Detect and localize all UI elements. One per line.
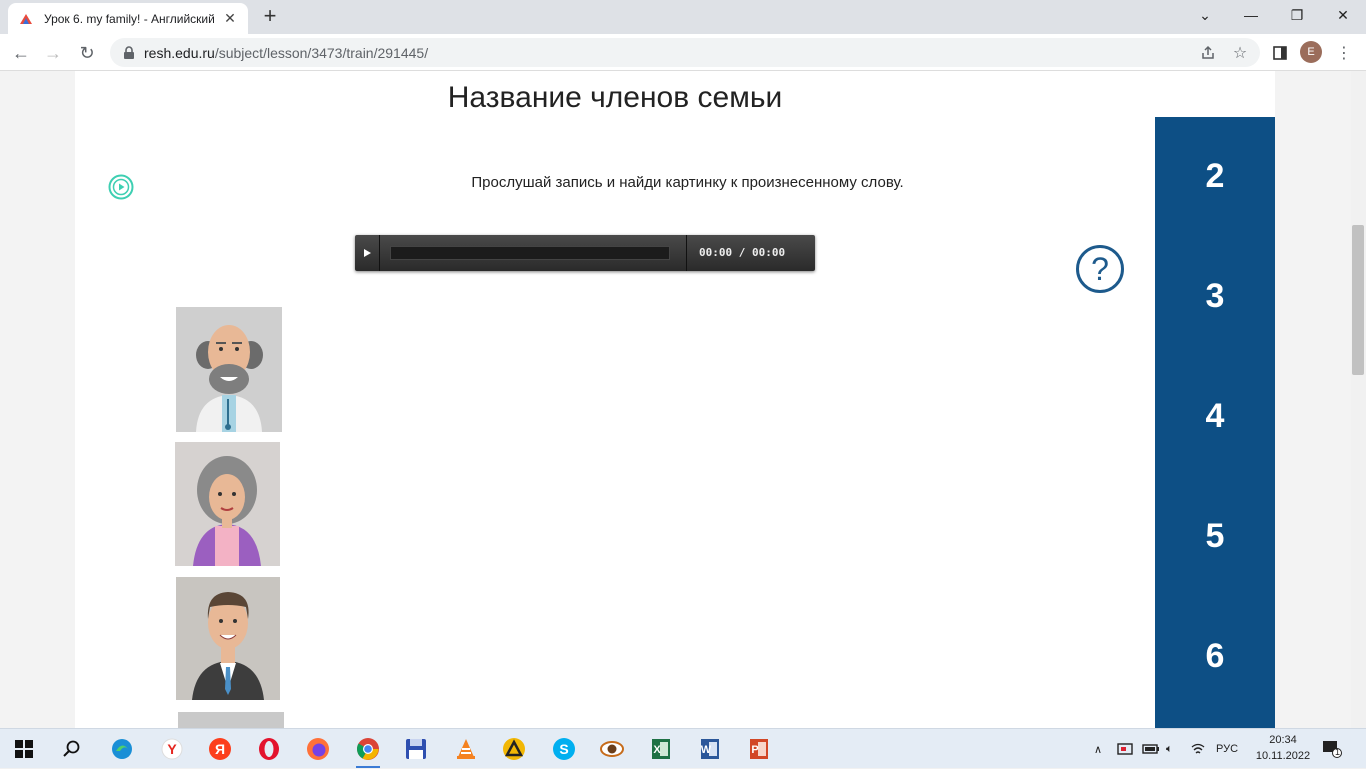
side-panel-icon[interactable] [1266, 38, 1294, 67]
chrome-icon[interactable] [352, 733, 384, 768]
word-icon[interactable]: W [694, 733, 726, 765]
page-scrollbar[interactable] [1351, 71, 1366, 728]
svg-text:Я: Я [215, 741, 225, 757]
task-number-4[interactable]: 4 [1155, 397, 1275, 436]
notification-count: 1 [1335, 747, 1341, 757]
reload-icon[interactable]: ↻ [74, 40, 100, 66]
audio-separator [686, 235, 687, 271]
svg-text:W: W [701, 744, 712, 756]
svg-text:S: S [559, 741, 568, 757]
save-floppy-icon[interactable] [400, 733, 432, 765]
page-title: Название членов семьи [447, 81, 783, 114]
notification-center-icon[interactable]: 1 [1322, 729, 1348, 769]
url-host: resh.edu.ru [144, 44, 215, 61]
minimize-button[interactable]: — [1228, 0, 1274, 30]
vlc-icon[interactable] [450, 733, 482, 765]
resh-favicon-icon [20, 13, 32, 24]
clock-time: 20:34 [1269, 734, 1297, 746]
svg-text:X: X [653, 744, 661, 756]
task-number-5[interactable]: 5 [1155, 517, 1275, 556]
task-number-2[interactable]: 2 [1155, 157, 1275, 196]
new-tab-button[interactable]: + [258, 4, 282, 28]
windows-taskbar: Y Я S X W P ∧ 🔈︎ РУС 20:34 10.11.2022 1 [0, 728, 1366, 768]
bookmark-star-icon[interactable]: ☆ [1226, 38, 1254, 67]
opera-icon[interactable] [253, 733, 285, 765]
url-path: /subject/lesson/3473/train/291445/ [214, 44, 429, 61]
windows-start-icon[interactable] [8, 733, 40, 765]
answer-card-partial[interactable] [178, 712, 284, 728]
back-arrow-icon[interactable]: ← [8, 40, 34, 66]
svg-text:P: P [751, 744, 758, 756]
answer-card-grandfather[interactable] [176, 307, 282, 432]
scrollbar-thumb[interactable] [1352, 225, 1364, 375]
browser-tab[interactable]: Урок 6. my family! - Английский ✕ [8, 3, 248, 34]
system-clock[interactable]: 20:34 10.11.2022 [1253, 732, 1313, 764]
tab-search-icon[interactable]: ⌄ [1182, 0, 1228, 30]
tab-close-icon[interactable]: ✕ [222, 10, 238, 27]
firefox-icon[interactable] [302, 733, 334, 765]
clock-date: 10.11.2022 [1255, 750, 1311, 762]
audio-play-button[interactable] [355, 235, 380, 271]
svg-text:Y: Y [167, 741, 177, 757]
url-text: resh.edu.ru/subject/lesson/3473/train/29… [144, 45, 428, 61]
edge-icon[interactable] [106, 733, 138, 765]
task-number-6[interactable]: 6 [1155, 637, 1275, 676]
task-number-3[interactable]: 3 [1155, 277, 1275, 316]
tray-chevron-icon[interactable]: ∧ [1094, 729, 1110, 769]
grandfather-illustration [196, 325, 263, 432]
search-icon[interactable] [56, 733, 88, 765]
answer-card-grandmother[interactable] [175, 442, 280, 566]
volume-icon[interactable]: 🔈︎ [1166, 729, 1186, 769]
audio-time: 00:00 / 00:00 [699, 246, 786, 259]
share-icon[interactable] [1194, 38, 1222, 67]
lock-icon [124, 45, 134, 59]
forward-arrow-icon[interactable]: → [40, 40, 66, 66]
archicad-icon[interactable] [498, 733, 530, 765]
tab-title: Урок 6. my family! - Английский [44, 11, 215, 26]
menu-dots-icon[interactable]: ⋮ [1330, 38, 1358, 67]
powerpoint-icon[interactable]: P [743, 733, 775, 765]
grandmother-illustration [193, 456, 261, 566]
profile-avatar[interactable]: E [1300, 41, 1322, 63]
skype-icon[interactable]: S [548, 733, 580, 765]
play-icon [364, 249, 371, 257]
eye-app-icon[interactable] [596, 733, 628, 765]
browser-toolbar: ← → ↻ resh.edu.ru/subject/lesson/3473/tr… [0, 34, 1366, 71]
tray-app-icon[interactable] [1117, 729, 1137, 769]
network-icon[interactable] [1190, 729, 1210, 769]
yandex-browser-icon[interactable]: Y [156, 733, 188, 765]
task-instruction: Прослушай запись и найди картинку к прои… [471, 174, 904, 191]
lesson-content: Название членов семьи Прослушай запись и… [75, 71, 1275, 728]
tab-bar: Урок 6. my family! - Английский ✕ + ⌄ — … [0, 0, 1366, 34]
answer-card-father[interactable] [176, 577, 280, 700]
battery-icon[interactable] [1142, 729, 1162, 769]
audio-player: 00:00 / 00:00 [355, 235, 815, 271]
help-button[interactable]: ? [1076, 245, 1124, 293]
close-window-button[interactable]: ✕ [1320, 0, 1366, 30]
yandex-icon[interactable]: Я [204, 733, 236, 765]
father-illustration [192, 592, 264, 700]
excel-icon[interactable]: X [645, 733, 677, 765]
audio-progress-track[interactable] [390, 246, 670, 260]
language-indicator[interactable]: РУС [1216, 729, 1244, 769]
address-bar[interactable]: resh.edu.ru/subject/lesson/3473/train/29… [110, 38, 1260, 67]
task-navigation-sidebar: 2 3 4 5 6 [1155, 117, 1275, 728]
maximize-button[interactable]: ❐ [1274, 0, 1320, 30]
